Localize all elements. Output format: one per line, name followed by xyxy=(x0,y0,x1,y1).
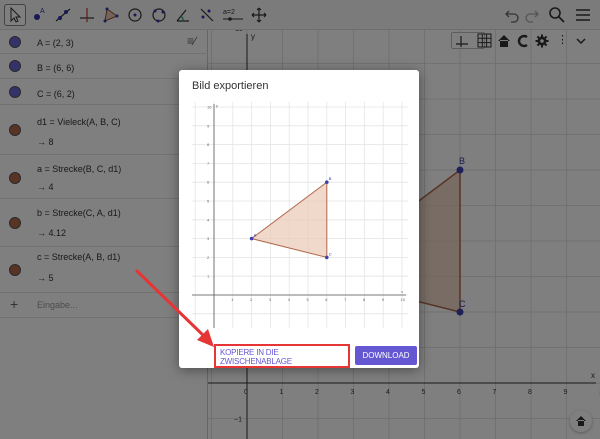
annotation-arrow-icon xyxy=(135,269,214,347)
geogebra-app: A a=2 xyxy=(0,0,600,439)
